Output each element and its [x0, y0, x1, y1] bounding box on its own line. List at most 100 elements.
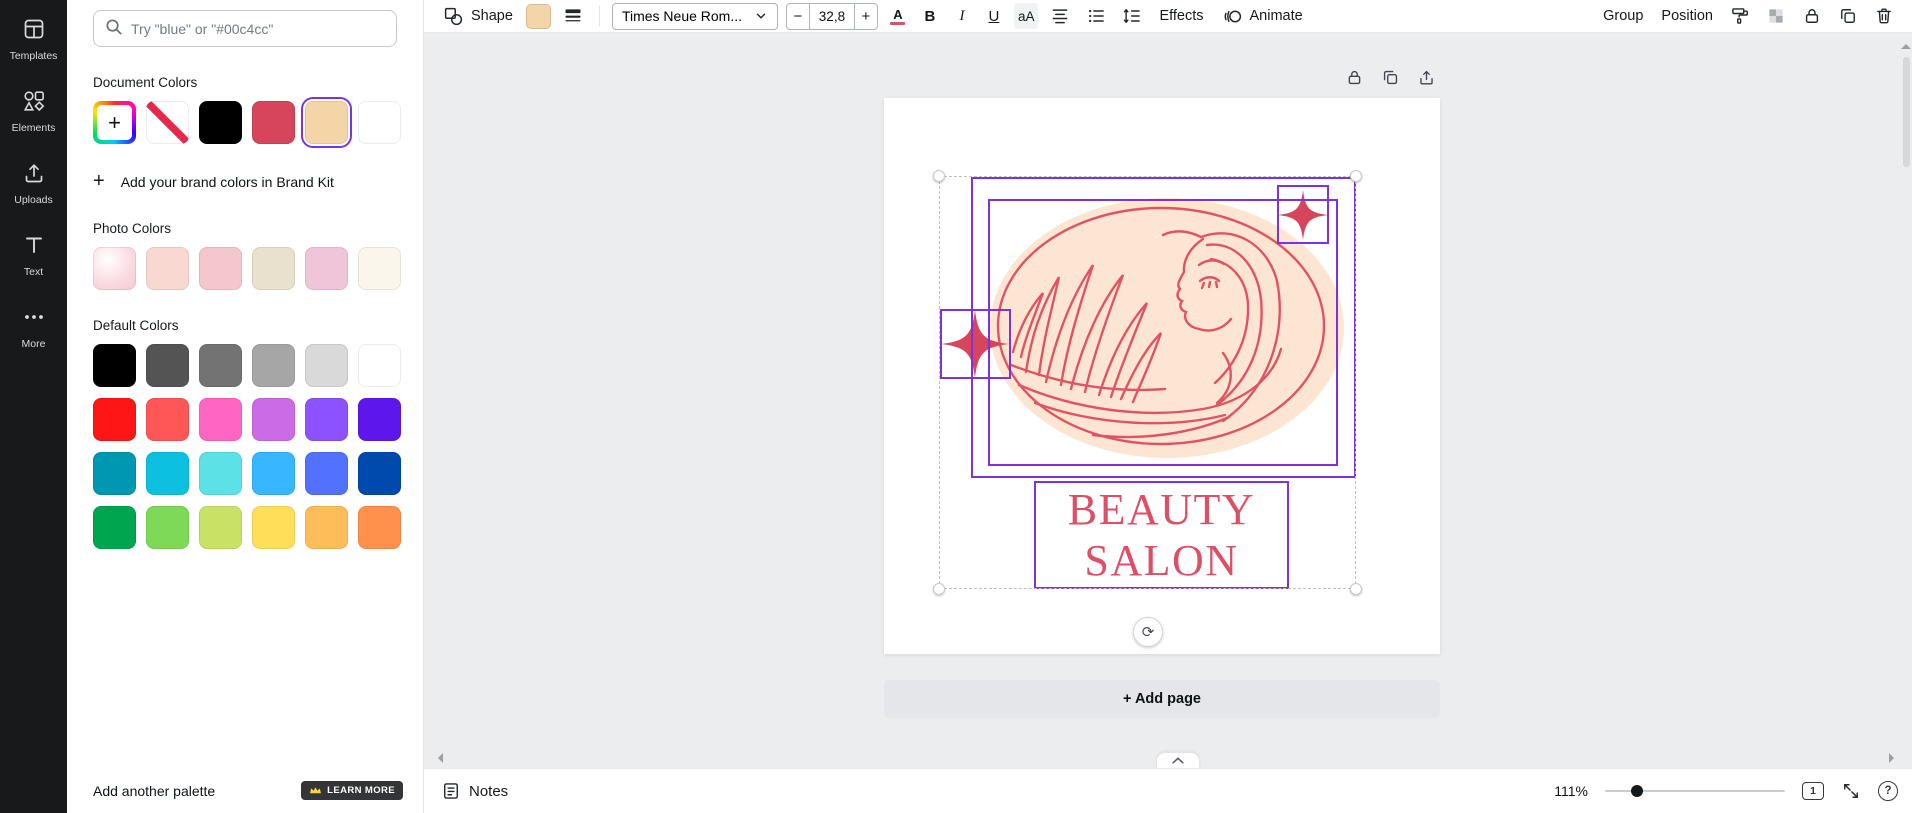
font-size-value[interactable]: 32,8: [810, 3, 854, 30]
color-swatch-black[interactable]: [199, 101, 242, 144]
photo-color-swatch[interactable]: [93, 247, 136, 290]
fullscreen-button[interactable]: [1841, 781, 1861, 801]
add-color-button[interactable]: +: [93, 101, 136, 144]
sidebar-item-uploads[interactable]: Uploads: [4, 156, 64, 210]
sparkle-top-right[interactable]: [1275, 187, 1331, 243]
default-color-swatch[interactable]: [93, 452, 136, 495]
fullscreen-icon: [1841, 781, 1861, 801]
default-color-swatch[interactable]: [305, 452, 348, 495]
font-family-select[interactable]: Times Neue Rom...: [612, 3, 778, 30]
vertical-scrollbar[interactable]: [1903, 57, 1910, 167]
delete-button[interactable]: [1870, 3, 1898, 29]
zoom-slider-thumb[interactable]: [1631, 785, 1643, 797]
scroll-up-arrow[interactable]: [1901, 39, 1911, 49]
default-color-swatch[interactable]: [146, 452, 189, 495]
brand-kit-link[interactable]: + Add your brand colors in Brand Kit: [93, 170, 397, 193]
collapse-panel-button[interactable]: [1156, 752, 1200, 768]
main-area: Shape Times Neue Rom... − 32,8 + A B I: [424, 0, 1912, 813]
default-color-swatch[interactable]: [146, 506, 189, 549]
shape-button[interactable]: Shape: [438, 3, 518, 30]
default-color-swatch[interactable]: [252, 506, 295, 549]
underline-button[interactable]: U: [982, 3, 1006, 29]
spacing-button[interactable]: [1118, 3, 1146, 29]
default-color-swatch[interactable]: [358, 506, 401, 549]
duplicate-element-button[interactable]: [1377, 64, 1403, 90]
default-color-swatch[interactable]: [199, 344, 242, 387]
transparency-button[interactable]: [1762, 3, 1790, 29]
zoom-slider[interactable]: [1605, 790, 1785, 793]
crown-icon: [309, 786, 322, 795]
spacing-icon: [1122, 6, 1142, 26]
resize-handle-bottom-left[interactable]: [933, 583, 945, 595]
default-color-swatch[interactable]: [252, 452, 295, 495]
copy-style-button[interactable]: [1726, 3, 1754, 29]
resize-handle-top-left[interactable]: [933, 170, 945, 182]
share-element-button[interactable]: [1413, 64, 1439, 90]
sidebar-item-templates[interactable]: Templates: [4, 12, 64, 66]
default-color-swatch[interactable]: [358, 344, 401, 387]
learn-more-button[interactable]: LEARN MORE: [301, 781, 403, 800]
uppercase-button[interactable]: aA: [1014, 3, 1039, 29]
color-swatch-white[interactable]: [358, 101, 401, 144]
scroll-right-arrow[interactable]: [1889, 753, 1899, 763]
position-button[interactable]: Position: [1656, 5, 1718, 27]
border-style-button[interactable]: [559, 3, 587, 29]
default-color-swatch[interactable]: [146, 344, 189, 387]
photo-color-swatch[interactable]: [199, 247, 242, 290]
resize-handle-top-right[interactable]: [1350, 170, 1362, 182]
default-color-swatch[interactable]: [199, 398, 242, 441]
no-color-swatch[interactable]: [146, 101, 189, 144]
font-size-increase-button[interactable]: +: [854, 3, 878, 30]
duplicate-button[interactable]: [1834, 3, 1862, 29]
default-color-swatch[interactable]: [252, 344, 295, 387]
default-color-swatch[interactable]: [305, 506, 348, 549]
text-element[interactable]: BEAUTY SALON: [1034, 481, 1289, 589]
text-icon: [22, 233, 46, 262]
default-color-swatch[interactable]: [305, 398, 348, 441]
sparkle-left[interactable]: [937, 306, 1013, 382]
animate-button[interactable]: Animate: [1217, 3, 1308, 30]
alignment-button[interactable]: [1046, 3, 1074, 29]
list-button[interactable]: [1082, 3, 1110, 29]
search-box[interactable]: [93, 10, 397, 47]
text-color-button[interactable]: A: [886, 3, 910, 29]
fill-color-button[interactable]: [526, 4, 551, 29]
add-palette-link[interactable]: Add another palette: [93, 783, 215, 799]
color-swatch-peach-selected[interactable]: [305, 101, 348, 144]
font-size-decrease-button[interactable]: −: [786, 3, 810, 30]
notes-button[interactable]: Notes: [441, 781, 508, 801]
sidebar-item-text[interactable]: Text: [4, 228, 64, 282]
default-color-swatch[interactable]: [199, 452, 242, 495]
default-color-swatch[interactable]: [93, 506, 136, 549]
default-color-swatch[interactable]: [305, 344, 348, 387]
default-color-swatch[interactable]: [199, 506, 242, 549]
photo-color-swatch[interactable]: [252, 247, 295, 290]
search-input[interactable]: [131, 21, 386, 37]
photo-color-swatch[interactable]: [305, 247, 348, 290]
default-color-swatch[interactable]: [252, 398, 295, 441]
group-button[interactable]: Group: [1598, 5, 1648, 27]
photo-color-swatch[interactable]: [146, 247, 189, 290]
sidebar-item-elements[interactable]: Elements: [4, 84, 64, 138]
rotate-handle[interactable]: ⟳: [1133, 617, 1163, 647]
default-colors-title: Default Colors: [93, 318, 397, 333]
default-color-swatch[interactable]: [146, 398, 189, 441]
color-swatch-crimson[interactable]: [252, 101, 295, 144]
photo-color-swatch[interactable]: [358, 247, 401, 290]
lock-element-button[interactable]: [1341, 64, 1367, 90]
bold-button[interactable]: B: [918, 3, 942, 29]
default-color-swatch[interactable]: [93, 344, 136, 387]
italic-button[interactable]: I: [950, 3, 974, 29]
help-button[interactable]: ?: [1878, 781, 1898, 801]
add-page-button[interactable]: + Add page: [884, 680, 1440, 718]
sidebar-item-more[interactable]: More: [4, 300, 64, 354]
default-color-swatch[interactable]: [93, 398, 136, 441]
effects-button[interactable]: Effects: [1154, 5, 1208, 27]
lock-button[interactable]: [1798, 3, 1826, 29]
default-color-swatch[interactable]: [358, 452, 401, 495]
resize-handle-bottom-right[interactable]: [1350, 583, 1362, 595]
page-indicator[interactable]: 1: [1802, 782, 1824, 800]
default-color-swatch[interactable]: [358, 398, 401, 441]
canvas-area[interactable]: BEAUTY SALON ⟳ + Add page: [424, 33, 1912, 768]
scroll-left-arrow[interactable]: [433, 753, 443, 763]
